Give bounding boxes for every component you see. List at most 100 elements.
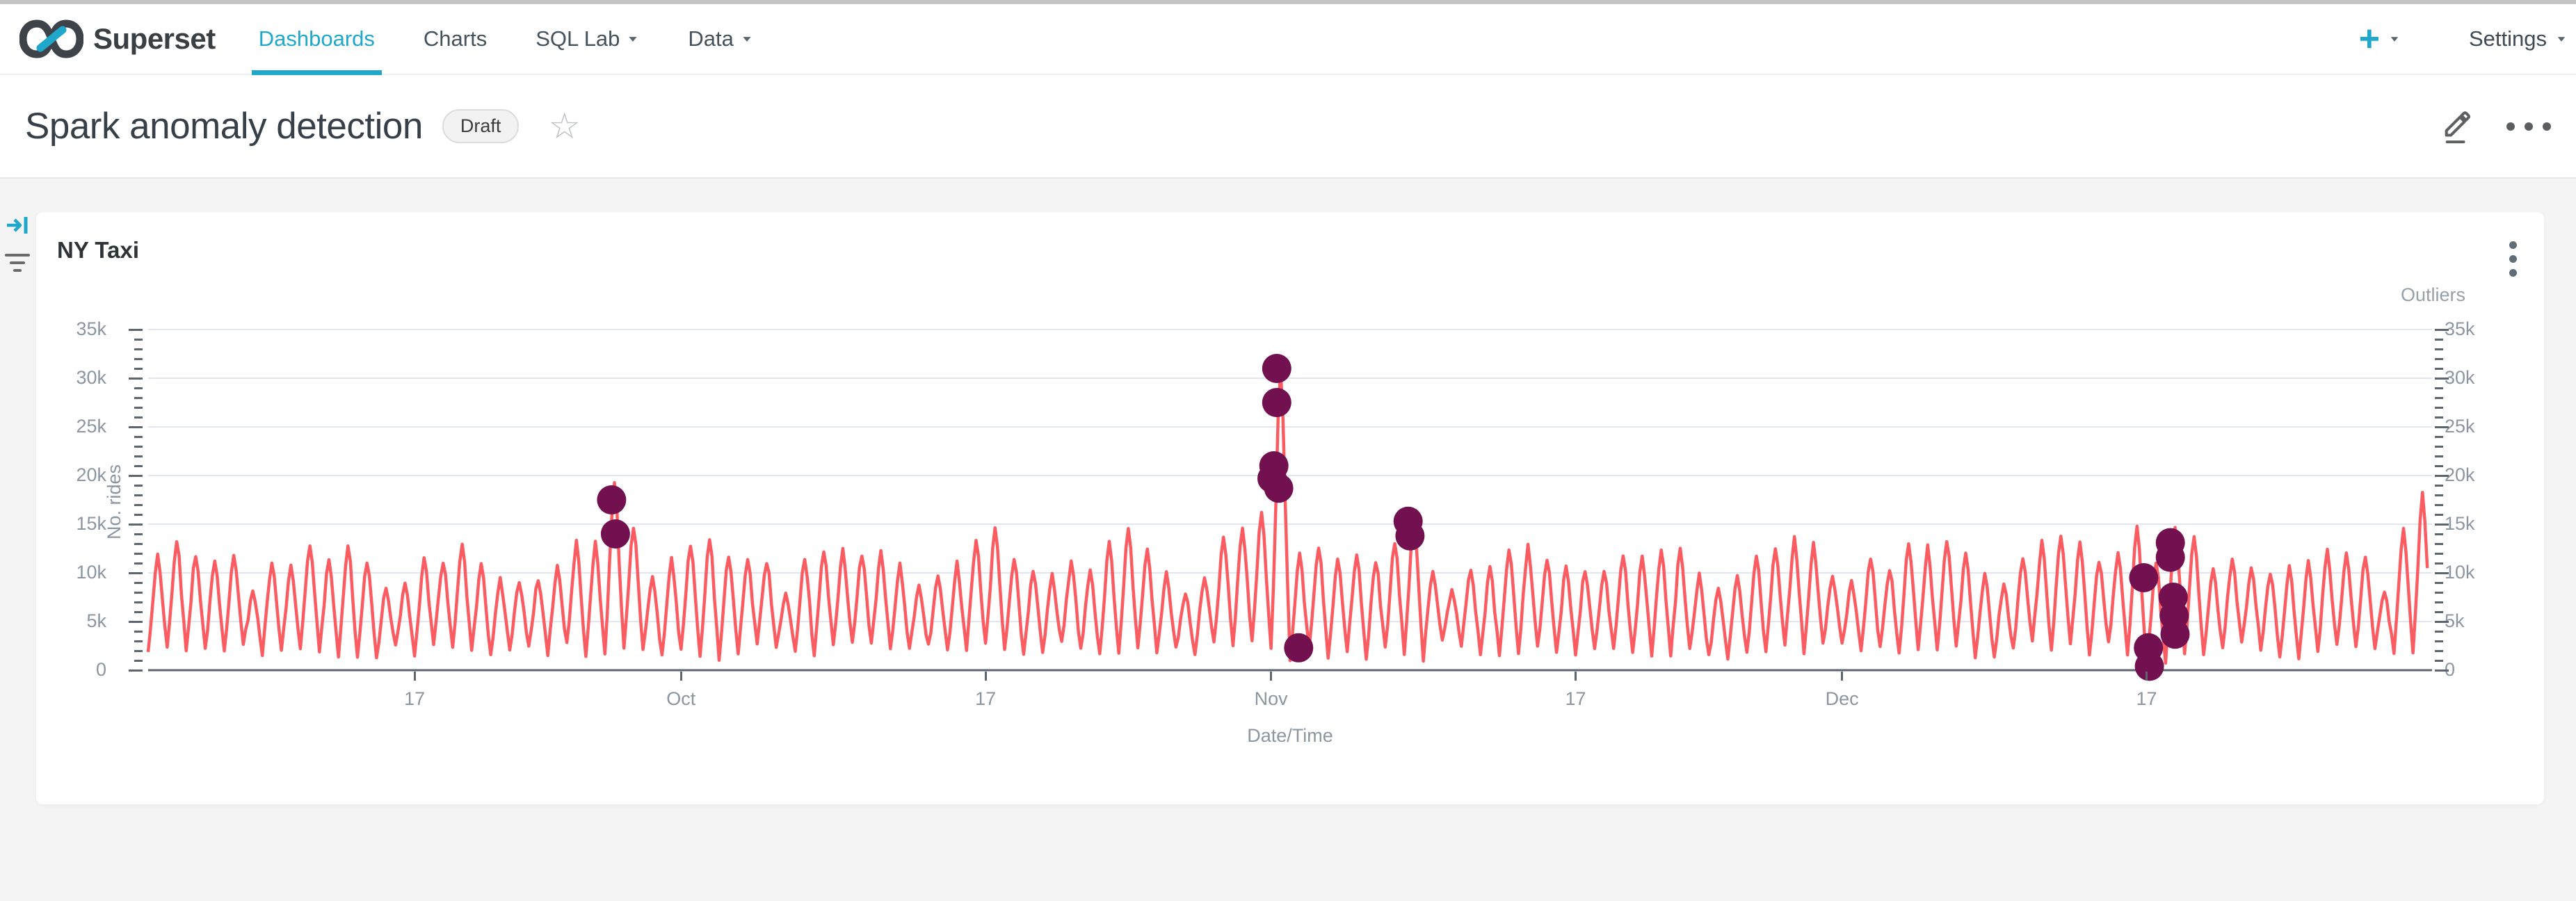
dashboard-body: NY Taxi Outliers Date/Time No. rides 005…: [0, 179, 2576, 900]
y-axis-tick-left: [134, 485, 143, 487]
y-axis-tick-right: [2435, 504, 2443, 506]
x-axis-tick-label: Nov: [1216, 688, 1327, 710]
y-axis-tick-right: [2435, 611, 2443, 613]
outlier-point[interactable]: [1264, 473, 1294, 503]
y-axis-tick-label-left: 30k: [2, 367, 106, 389]
y-axis-tick-right: [2435, 543, 2443, 545]
timeseries-plot[interactable]: [148, 330, 2432, 670]
y-axis-tick-right: [2435, 475, 2449, 477]
chevron-down-icon: [2558, 37, 2565, 41]
y-axis-tick-right: [2435, 397, 2443, 399]
y-axis-tick-right: [2435, 368, 2443, 370]
nav-item-data[interactable]: Data: [684, 4, 757, 74]
y-axis-tick-left: [134, 592, 143, 594]
y-axis-tick-left: [134, 494, 143, 496]
edit-pencil-icon[interactable]: [2441, 108, 2473, 145]
left-axis-title: No. rides: [104, 398, 127, 606]
x-axis-tick: [1270, 672, 1272, 681]
settings-label: Settings: [2469, 26, 2547, 51]
y-axis-tick-right: [2435, 533, 2443, 535]
y-axis-tick-right: [2435, 562, 2443, 565]
y-axis-tick-right: [2435, 669, 2449, 672]
brand-name: Superset: [93, 22, 216, 56]
y-axis-tick-right: [2435, 640, 2443, 642]
navbar: Superset Dashboards Charts SQL Lab Data …: [0, 4, 2576, 75]
x-axis-tick-label: 17: [930, 688, 1041, 710]
outlier-point[interactable]: [601, 519, 630, 549]
x-axis-tick: [2146, 672, 2148, 681]
y-axis-tick-left: [129, 329, 143, 331]
y-axis-tick-right: [2435, 358, 2443, 360]
nav-item-label: Data: [688, 26, 733, 51]
y-axis-tick-label-left: 5k: [2, 610, 106, 632]
y-axis-tick-right: [2435, 553, 2443, 555]
y-axis-tick-left: [134, 660, 143, 662]
superset-logo[interactable]: Superset: [19, 19, 216, 59]
y-axis-tick-left: [134, 640, 143, 642]
outlier-point[interactable]: [2129, 563, 2158, 592]
more-options-icon[interactable]: [2506, 122, 2551, 131]
outlier-point[interactable]: [2156, 543, 2185, 572]
y-axis-tick-right: [2435, 378, 2449, 380]
y-axis-tick-label-right: 0: [2445, 659, 2549, 681]
outlier-point[interactable]: [2161, 619, 2190, 649]
x-axis-title: Date/Time: [1186, 725, 1394, 747]
y-axis-tick-right: [2435, 455, 2443, 457]
x-axis-tick-label: Oct: [625, 688, 736, 710]
y-axis-tick-left: [134, 631, 143, 633]
y-axis-tick-left: [129, 475, 143, 477]
outlier-point[interactable]: [1262, 354, 1291, 383]
y-axis-tick-left: [129, 523, 143, 526]
superset-infinity-icon: [19, 19, 83, 59]
y-axis-tick-right: [2435, 329, 2449, 331]
outlier-point[interactable]: [2135, 651, 2164, 681]
y-axis-tick-right: [2435, 514, 2443, 516]
expand-filter-panel-icon[interactable]: [6, 215, 31, 236]
navbar-right: + Settings: [2359, 21, 2569, 57]
x-axis-tick: [1841, 672, 1843, 681]
y-axis-tick-left: [134, 611, 143, 613]
x-axis-tick-label: Dec: [1787, 688, 1898, 710]
outlier-point[interactable]: [597, 485, 626, 514]
chevron-down-icon: [743, 37, 750, 42]
y-axis-tick-right: [2435, 485, 2443, 487]
y-axis-tick-left: [129, 572, 143, 574]
y-axis-tick-label-left: 25k: [2, 416, 106, 437]
nav-item-charts[interactable]: Charts: [419, 4, 491, 74]
y-axis-tick-label-right: 30k: [2445, 367, 2549, 389]
y-axis-tick-left: [134, 387, 143, 389]
y-axis-tick-left: [129, 621, 143, 623]
x-axis-tick: [1575, 672, 1577, 681]
x-axis-tick-label: 17: [1520, 688, 1632, 710]
nav-item-sql-lab[interactable]: SQL Lab: [531, 4, 643, 74]
status-badge: Draft: [442, 109, 520, 143]
outlier-point[interactable]: [1284, 633, 1313, 663]
y-axis-tick-label-left: 0: [2, 659, 106, 681]
y-axis-tick-label-left: 10k: [2, 562, 106, 583]
y-axis-tick-right: [2435, 592, 2443, 594]
y-axis-tick-left: [134, 397, 143, 399]
new-button[interactable]: +: [2359, 21, 2401, 57]
y-axis-tick-label-left: 20k: [2, 464, 106, 486]
y-axis-tick-left: [134, 514, 143, 516]
y-axis-tick-left: [134, 533, 143, 535]
nav-item-label: Charts: [424, 26, 487, 51]
y-axis-tick-left: [134, 465, 143, 467]
nav-item-dashboards[interactable]: Dashboards: [255, 4, 379, 74]
y-axis-tick-label-right: 35k: [2445, 318, 2549, 340]
header-actions: [2441, 108, 2551, 145]
y-axis-tick-right: [2435, 631, 2443, 633]
outlier-point[interactable]: [1395, 521, 1424, 551]
y-axis-tick-right: [2435, 523, 2449, 526]
filter-icon[interactable]: [4, 254, 31, 277]
x-axis-tick-label: 17: [359, 688, 470, 710]
y-axis-tick-left: [134, 543, 143, 545]
y-axis-tick-left: [134, 650, 143, 652]
favorite-star-icon[interactable]: ☆: [548, 108, 581, 145]
outlier-point[interactable]: [1262, 388, 1291, 417]
y-axis-tick-left: [134, 358, 143, 360]
y-axis-tick-left: [134, 368, 143, 370]
y-axis-tick-label-right: 10k: [2445, 562, 2549, 583]
y-axis-tick-left: [134, 348, 143, 350]
settings-menu[interactable]: Settings: [2469, 26, 2568, 51]
